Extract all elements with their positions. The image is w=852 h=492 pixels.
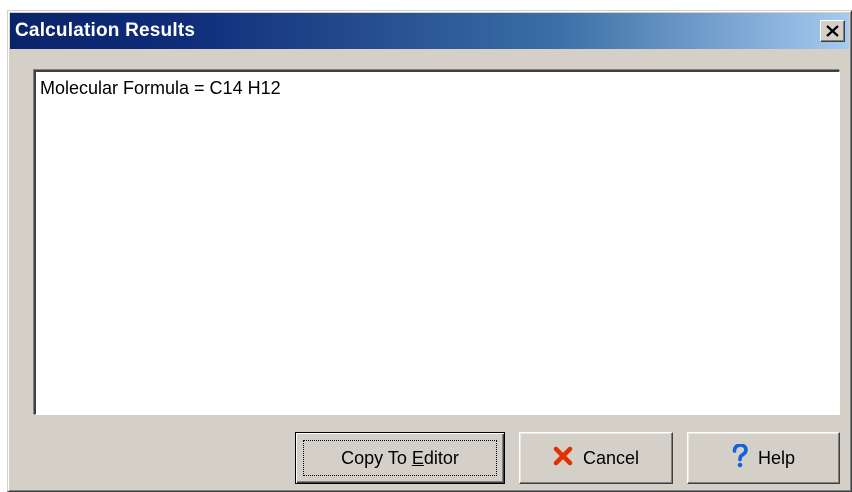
results-output-box[interactable]: Molecular Formula = C14 H12 bbox=[34, 70, 840, 415]
cancel-button[interactable]: Cancel bbox=[519, 432, 673, 484]
copy-to-editor-button[interactable]: Copy To Editor bbox=[295, 432, 505, 484]
calculation-results-dialog: Calculation Results Molecular Formula = … bbox=[7, 10, 852, 492]
copy-label-suffix: ditor bbox=[423, 447, 459, 468]
copy-label-accelerator: E bbox=[411, 447, 424, 468]
question-mark-icon bbox=[732, 442, 748, 473]
x-icon bbox=[553, 446, 573, 471]
close-icon bbox=[826, 25, 839, 37]
window-title: Calculation Results bbox=[15, 20, 196, 41]
copy-label-prefix: Copy To bbox=[341, 447, 412, 468]
help-button[interactable]: Help bbox=[687, 432, 840, 484]
cancel-label: Cancel bbox=[582, 447, 640, 468]
copy-to-editor-label: Copy To Editor bbox=[341, 448, 459, 469]
close-button[interactable] bbox=[820, 20, 845, 42]
help-label: Help bbox=[757, 447, 796, 468]
results-text: Molecular Formula = C14 H12 bbox=[40, 78, 281, 98]
title-bar[interactable]: Calculation Results bbox=[10, 13, 849, 49]
